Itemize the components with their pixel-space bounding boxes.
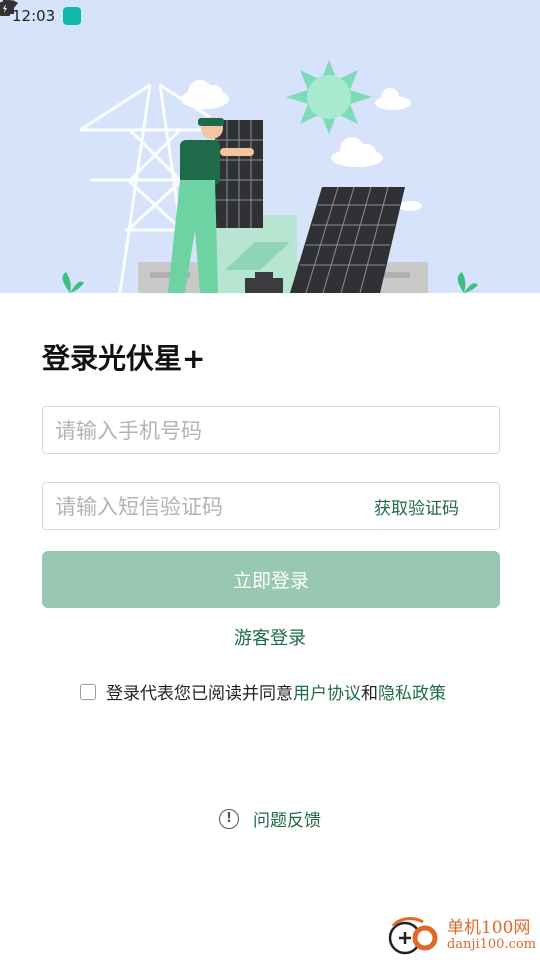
solar-illustration (62, 60, 478, 293)
sms-code-input[interactable]: 请输入短信验证码 获取验证码 (42, 482, 500, 530)
feedback-link[interactable]: ! 问题反馈 (0, 806, 540, 831)
status-bar: 12:03 (0, 0, 540, 32)
watermark: 单机100网 danji100.com (383, 914, 536, 958)
guest-login-link[interactable]: 游客登录 (0, 624, 540, 650)
agreement-row: 登录代表您已阅读并同意 用户协议和隐私政策 (80, 679, 446, 704)
sms-code-placeholder: 请输入短信验证码 (55, 495, 223, 519)
info-icon: ! (219, 808, 239, 829)
feedback-label: 问题反馈 (253, 811, 321, 831)
battery-icon (0, 0, 10, 16)
phone-placeholder: 请输入手机号码 (55, 419, 202, 443)
privacy-policy-link[interactable]: 隐私政策 (378, 679, 446, 704)
login-button[interactable]: 立即登录 (42, 551, 500, 608)
status-time: 12:03 (12, 7, 56, 25)
user-agreement-link[interactable]: 用户协议 (293, 679, 361, 704)
watermark-url: danji100.com (446, 937, 536, 953)
app-notification-icon (2, 3, 82, 25)
agreement-and: 和 (361, 684, 378, 704)
agreement-text: 登录代表您已阅读并同意 (106, 684, 293, 704)
phone-input[interactable]: 请输入手机号码 (42, 406, 500, 454)
get-code-button[interactable]: 获取验证码 (374, 494, 487, 519)
watermark-logo-icon (383, 914, 443, 958)
watermark-title: 单机100网 (446, 918, 531, 939)
hero-illustration: 12:03 (0, 0, 540, 293)
agreement-checkbox[interactable] (80, 683, 96, 700)
page-title: 登录光伏星+ (42, 342, 206, 375)
